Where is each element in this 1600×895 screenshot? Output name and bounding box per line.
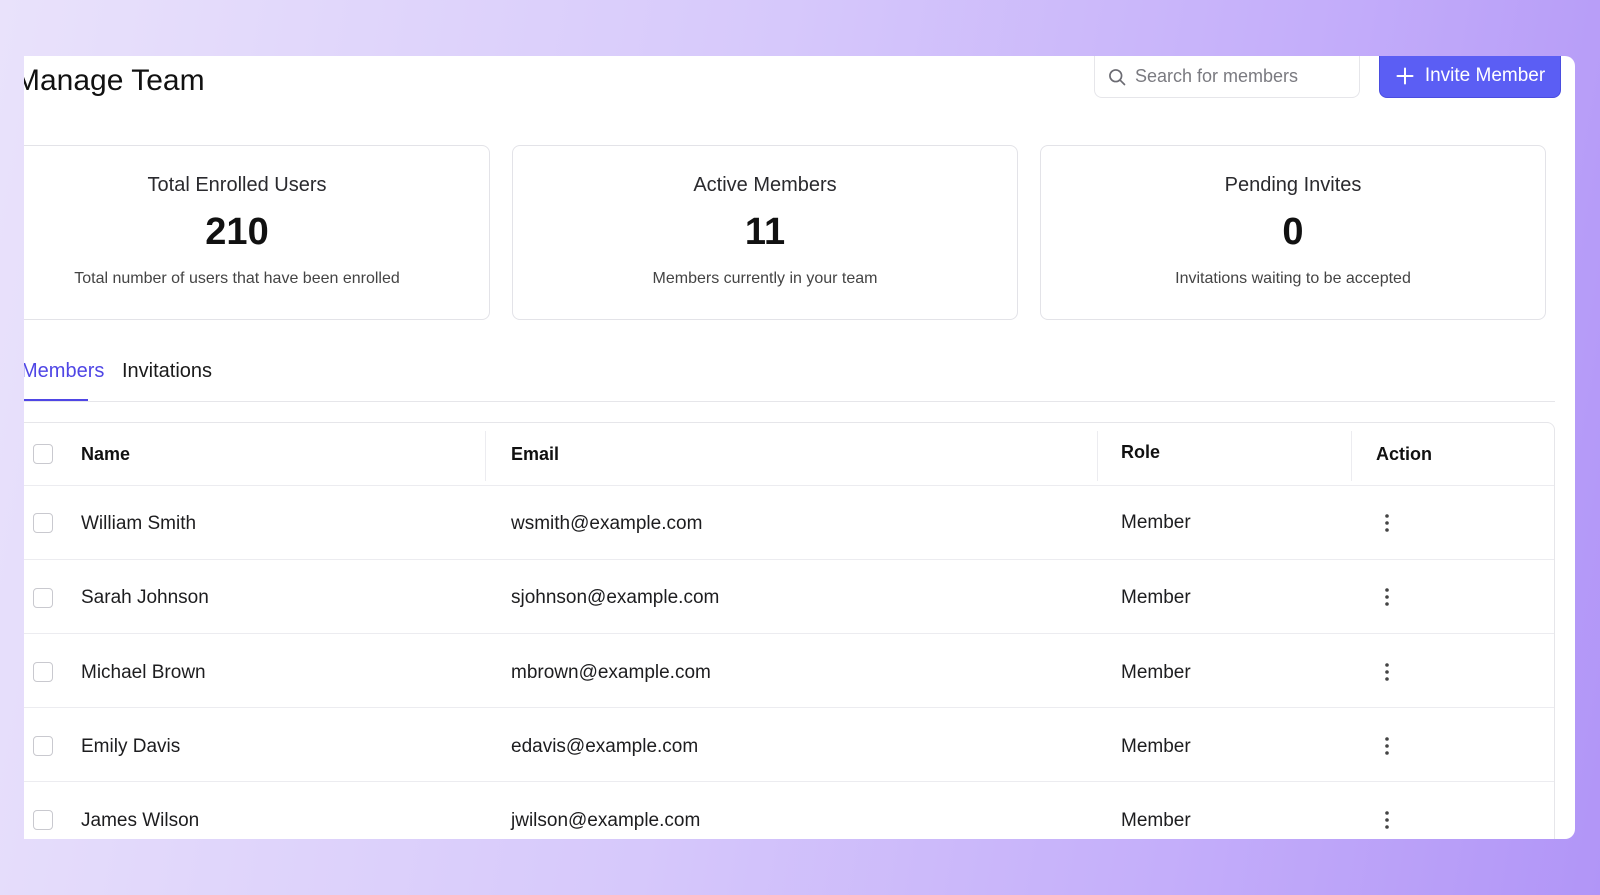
member-email: jwilson@example.com [511,810,701,831]
tab-bar: Members Invitations [24,356,1555,402]
member-role: Member [1121,736,1191,757]
column-divider [1351,431,1352,481]
column-divider [1097,431,1098,481]
stats-cards: Total Enrolled Users 210 Total number of… [24,145,1546,320]
stat-card-value: 0 [1282,211,1304,253]
row-actions-menu[interactable] [1377,660,1397,684]
row-checkbox[interactable] [33,513,53,533]
stat-card-value: 210 [205,211,269,253]
search-box[interactable] [1094,56,1360,98]
column-header-action: Action [1376,444,1432,464]
app-window: Manage Team Invite Member Total Enrolled… [24,56,1575,839]
row-actions-menu[interactable] [1377,585,1397,609]
row-actions-menu[interactable] [1377,511,1397,535]
kebab-menu-icon [1385,663,1389,681]
member-email: mbrown@example.com [511,662,711,683]
row-checkbox[interactable] [33,736,53,756]
member-name: Michael Brown [81,662,206,683]
tab-members[interactable]: Members [24,360,104,383]
members-table: Name Email Role Action William Smith wsm… [24,422,1555,839]
row-actions-menu[interactable] [1377,808,1397,832]
table-header-row: Name Email Role Action [24,423,1554,486]
member-role: Member [1121,662,1191,683]
row-checkbox[interactable] [33,588,53,608]
row-actions-menu[interactable] [1377,734,1397,758]
member-email: edavis@example.com [511,736,699,757]
column-header-name[interactable]: Name [81,444,130,465]
active-tab-indicator [24,399,88,401]
kebab-menu-icon [1385,737,1389,755]
column-header-role[interactable]: Role [1121,442,1160,463]
stat-card-title: Active Members [693,174,837,196]
kebab-menu-icon [1385,811,1389,829]
member-role: Member [1121,810,1191,831]
invite-member-button[interactable]: Invite Member [1379,56,1561,98]
kebab-menu-icon [1385,514,1389,532]
member-email: sjohnson@example.com [511,587,720,608]
row-checkbox[interactable] [33,662,53,682]
stat-card-pending-invites: Pending Invites 0 Invitations waiting to… [1040,145,1546,320]
column-divider [485,431,486,481]
stat-card-description: Members currently in your team [652,270,878,287]
member-name: James Wilson [81,810,200,831]
column-header-email[interactable]: Email [511,444,559,465]
stat-card-title: Total Enrolled Users [147,174,327,196]
tab-invitations[interactable]: Invitations [122,360,212,383]
table-row: Emily Davis edavis@example.com Member [24,708,1554,782]
table-row: Sarah Johnson sjohnson@example.com Membe… [24,560,1554,634]
kebab-menu-icon [1385,588,1389,606]
stat-card-active-members: Active Members 11 Members currently in y… [512,145,1018,320]
member-name: William Smith [81,513,197,534]
select-all-checkbox[interactable] [33,444,53,464]
table-row: James Wilson jwilson@example.com Member [24,782,1554,839]
member-role: Member [1121,587,1191,608]
member-role: Member [1121,512,1191,533]
search-input[interactable] [1135,66,1345,87]
stat-card-value: 11 [744,211,786,253]
plus-icon [1396,67,1414,85]
stat-card-title: Pending Invites [1224,174,1362,196]
stat-card-description: Total number of users that have been enr… [74,270,400,287]
stat-card-description: Invitations waiting to be accepted [1175,270,1411,287]
member-name: Emily Davis [81,736,181,757]
row-checkbox[interactable] [33,810,53,830]
table-row: Michael Brown mbrown@example.com Member [24,634,1554,708]
invite-member-label: Invite Member [1424,65,1546,86]
member-email: wsmith@example.com [511,513,703,534]
stat-card-total-enrolled: Total Enrolled Users 210 Total number of… [24,145,490,320]
table-row: William Smith wsmith@example.com Member [24,486,1554,560]
page-title: Manage Team [24,64,205,97]
search-icon [1109,68,1126,85]
member-name: Sarah Johnson [81,587,209,608]
